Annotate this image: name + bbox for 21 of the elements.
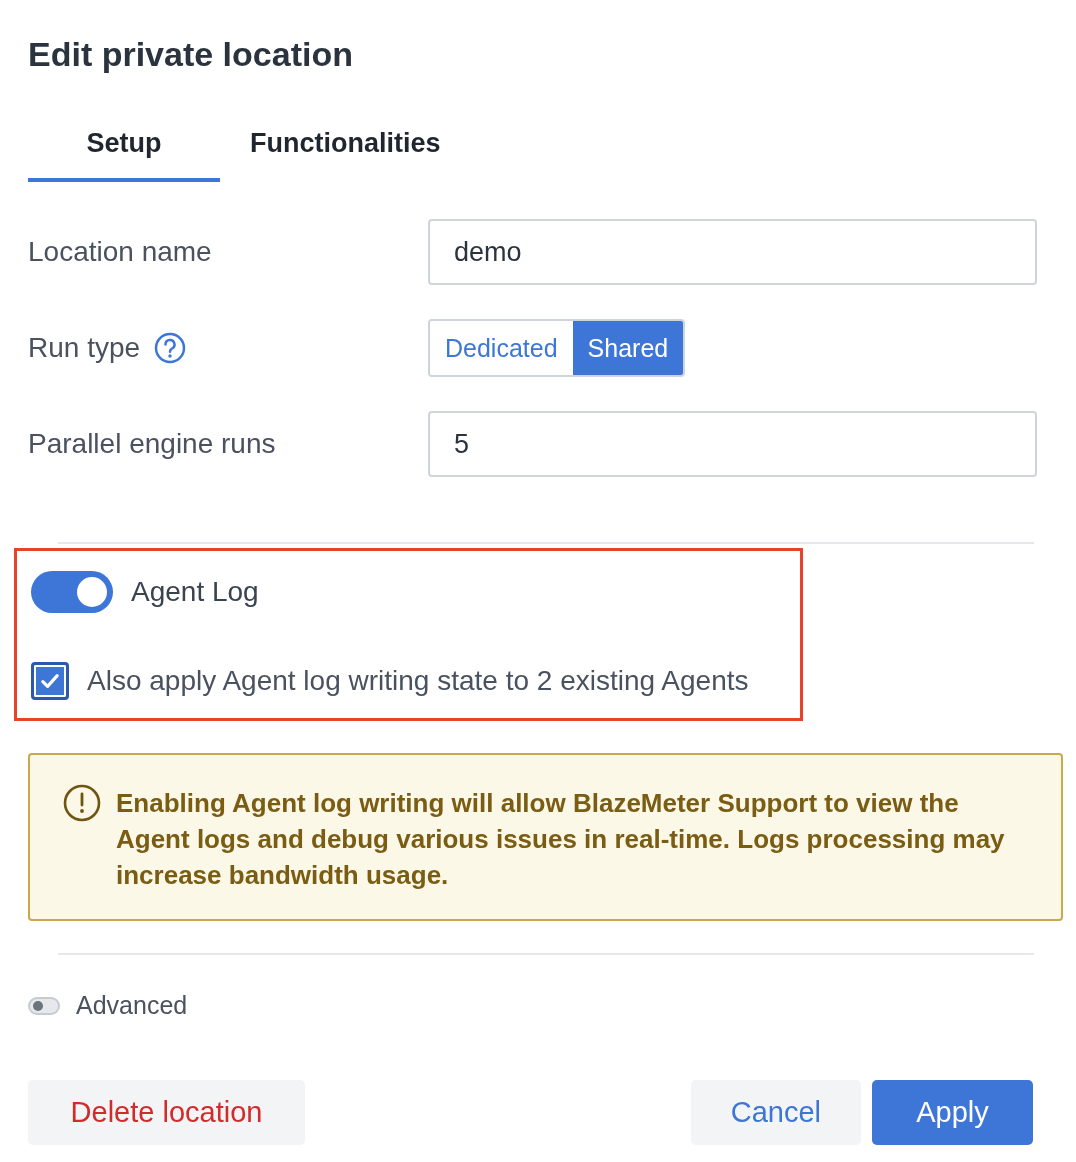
field-label: Run type — [28, 332, 141, 364]
toggle-label: Agent Log — [131, 576, 259, 608]
dialog-title: Edit private location — [28, 34, 354, 75]
toggle-switch[interactable] — [28, 996, 60, 1015]
input-field[interactable]: 5 — [428, 411, 1037, 477]
field-label: Parallel engine runs — [28, 428, 276, 460]
toggle-switch[interactable] — [31, 571, 113, 613]
warning-text: Enabling Agent log writing will allow BlazeMeter Support to view the Agent logs and debug various issues in real-time. Logs processing may increase bandwidth usage. — [116, 787, 1006, 892]
exclamation-icon — [62, 783, 102, 823]
checkbox-label: Also apply Agent log writing state to 2 existing Agents — [87, 665, 749, 697]
delete-button[interactable]: Delete location — [28, 1080, 305, 1145]
toggle-label: Advanced — [76, 991, 188, 1020]
field-label: Location name — [28, 236, 212, 268]
tab[interactable]: Functionalities — [220, 108, 471, 182]
help-icon[interactable] — [154, 332, 187, 364]
tab[interactable]: Setup — [28, 108, 220, 182]
apply-button[interactable]: Apply — [872, 1080, 1033, 1145]
input-field[interactable]: demo — [428, 219, 1037, 285]
segment-option[interactable]: Shared — [572, 321, 684, 375]
checkbox[interactable] — [31, 662, 69, 700]
cancel-button[interactable]: Cancel — [690, 1080, 861, 1145]
